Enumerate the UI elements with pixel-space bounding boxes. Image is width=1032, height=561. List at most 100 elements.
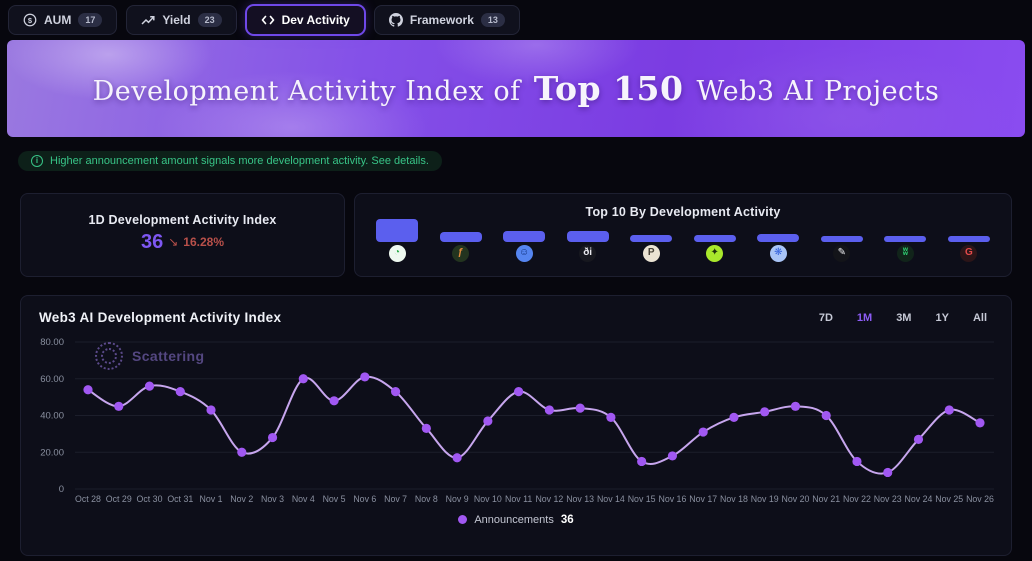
chart-title: Web3 AI Development Activity Index — [39, 310, 281, 325]
data-point-nov-18[interactable] — [729, 412, 738, 421]
project-7-avatar-icon[interactable]: ❋ — [770, 245, 787, 262]
project-9-avatar-icon[interactable]: ʬ — [897, 245, 914, 262]
index-change-percent: 16.28% — [183, 235, 224, 249]
top10-bar-chart: ◔ ƒ ☺ ði P ✦ ❋ ✎ ʬ G — [375, 219, 991, 269]
y-axis-tick: 20.00 — [40, 447, 64, 458]
top10-column-project-4[interactable]: ði — [566, 231, 610, 262]
project-2-avatar-icon[interactable]: ƒ — [452, 245, 469, 262]
data-point-nov-14[interactable] — [606, 412, 615, 421]
data-point-nov-23[interactable] — [883, 467, 892, 476]
data-point-nov-3[interactable] — [268, 432, 277, 441]
top10-bar[interactable] — [630, 235, 672, 242]
x-axis-tick: Nov 25 — [935, 494, 963, 504]
top-tab-bar: $AUM17Yield23Dev ActivityFramework13 — [0, 0, 1032, 35]
chart-legend[interactable]: Announcements 36 — [39, 514, 993, 526]
notice-row: i Higher announcement amount signals mor… — [18, 150, 1032, 171]
top10-bar[interactable] — [884, 236, 926, 242]
data-point-nov-8[interactable] — [422, 423, 431, 432]
top10-bar[interactable] — [694, 235, 736, 242]
tab-framework[interactable]: Framework13 — [374, 5, 520, 35]
tab-label: Yield — [162, 13, 190, 27]
watermark: Scattering — [95, 342, 204, 370]
data-point-oct-28[interactable] — [83, 385, 92, 394]
top10-column-project-7[interactable]: ❋ — [756, 234, 800, 262]
x-axis-tick: Nov 20 — [782, 494, 810, 504]
tab-yield[interactable]: Yield23 — [126, 5, 236, 35]
range-7d[interactable]: 7D — [819, 312, 833, 324]
data-point-nov-15[interactable] — [637, 456, 646, 465]
range-3m[interactable]: 3M — [896, 312, 911, 324]
project-8-avatar-icon[interactable]: ✎ — [833, 245, 850, 262]
x-axis-tick: Nov 8 — [415, 494, 438, 504]
x-axis-tick: Nov 7 — [384, 494, 407, 504]
data-point-nov-26[interactable] — [975, 418, 984, 427]
x-axis-tick: Nov 17 — [689, 494, 717, 504]
data-point-nov-16[interactable] — [668, 451, 677, 460]
project-4-avatar-icon[interactable]: ði — [579, 245, 596, 262]
data-point-nov-24[interactable] — [914, 434, 923, 443]
top10-column-project-8[interactable]: ✎ — [820, 236, 864, 262]
data-point-nov-11[interactable] — [514, 387, 523, 396]
top10-column-project-2[interactable]: ƒ — [439, 232, 483, 262]
range-all[interactable]: All — [973, 312, 987, 324]
data-point-oct-30[interactable] — [145, 381, 154, 390]
data-point-nov-17[interactable] — [699, 427, 708, 436]
top10-column-project-9[interactable]: ʬ — [883, 236, 927, 262]
trend-up-icon — [141, 15, 155, 26]
data-point-nov-13[interactable] — [576, 403, 585, 412]
main-chart-card: Web3 AI Development Activity Index 7D 1M 3… — [20, 295, 1012, 556]
x-axis-tick: Nov 11 — [505, 494, 532, 504]
data-point-nov-7[interactable] — [391, 387, 400, 396]
data-point-nov-5[interactable] — [329, 396, 338, 405]
x-axis-tick: Oct 28 — [75, 494, 101, 504]
y-axis-tick: 80.00 — [40, 337, 64, 348]
top10-column-project-1[interactable]: ◔ — [375, 219, 419, 262]
summary-cards-row: 1D Development Activity Index 36 ↘ 16.28… — [20, 193, 1012, 277]
top10-bar[interactable] — [948, 236, 990, 242]
data-point-nov-6[interactable] — [360, 372, 369, 381]
x-axis-tick: Nov 15 — [628, 494, 656, 504]
svg-text:$: $ — [28, 16, 33, 25]
index-card-title: 1D Development Activity Index — [21, 213, 344, 227]
data-point-nov-12[interactable] — [545, 405, 554, 414]
range-1y[interactable]: 1Y — [935, 312, 948, 324]
top10-bar[interactable] — [821, 236, 863, 242]
top10-column-project-3[interactable]: ☺ — [502, 231, 546, 262]
top10-bar[interactable] — [440, 232, 482, 242]
top10-bar[interactable] — [757, 234, 799, 242]
data-point-nov-20[interactable] — [791, 401, 800, 410]
data-point-nov-21[interactable] — [822, 410, 831, 419]
project-6-avatar-icon[interactable]: ✦ — [706, 245, 723, 262]
range-1m[interactable]: 1M — [857, 312, 872, 324]
dev-activity-dashboard: $AUM17Yield23Dev ActivityFramework13 Dev… — [0, 0, 1032, 561]
tab-dev-activity[interactable]: Dev Activity — [246, 5, 365, 35]
data-point-nov-22[interactable] — [852, 456, 861, 465]
top10-bar[interactable] — [376, 219, 418, 242]
project-1-avatar-icon[interactable]: ◔ — [389, 245, 406, 262]
project-5-avatar-icon[interactable]: P — [643, 245, 660, 262]
top10-column-project-10[interactable]: G — [947, 236, 991, 262]
data-point-nov-9[interactable] — [453, 453, 462, 462]
data-point-nov-4[interactable] — [299, 374, 308, 383]
data-point-nov-25[interactable] — [945, 405, 954, 414]
project-10-avatar-icon[interactable]: G — [960, 245, 977, 262]
data-point-oct-29[interactable] — [114, 401, 123, 410]
top10-bar[interactable] — [567, 231, 609, 242]
announcement-notice[interactable]: i Higher announcement amount signals mor… — [18, 151, 442, 171]
top10-column-project-6[interactable]: ✦ — [693, 235, 737, 262]
data-point-nov-19[interactable] — [760, 407, 769, 416]
data-point-nov-2[interactable] — [237, 447, 246, 456]
data-point-nov-10[interactable] — [483, 416, 492, 425]
x-axis-tick: Nov 2 — [230, 494, 253, 504]
project-3-avatar-icon[interactable]: ☺ — [516, 245, 533, 262]
github-icon — [389, 13, 403, 27]
tab-aum[interactable]: $AUM17 — [8, 5, 117, 35]
x-axis-tick: Nov 10 — [474, 494, 502, 504]
top10-column-project-5[interactable]: P — [629, 235, 673, 262]
x-axis-tick: Nov 4 — [292, 494, 315, 504]
tab-label: AUM — [44, 13, 71, 27]
data-point-nov-1[interactable] — [206, 405, 215, 414]
x-axis-tick: Nov 24 — [905, 494, 933, 504]
data-point-oct-31[interactable] — [176, 387, 185, 396]
top10-bar[interactable] — [503, 231, 545, 242]
